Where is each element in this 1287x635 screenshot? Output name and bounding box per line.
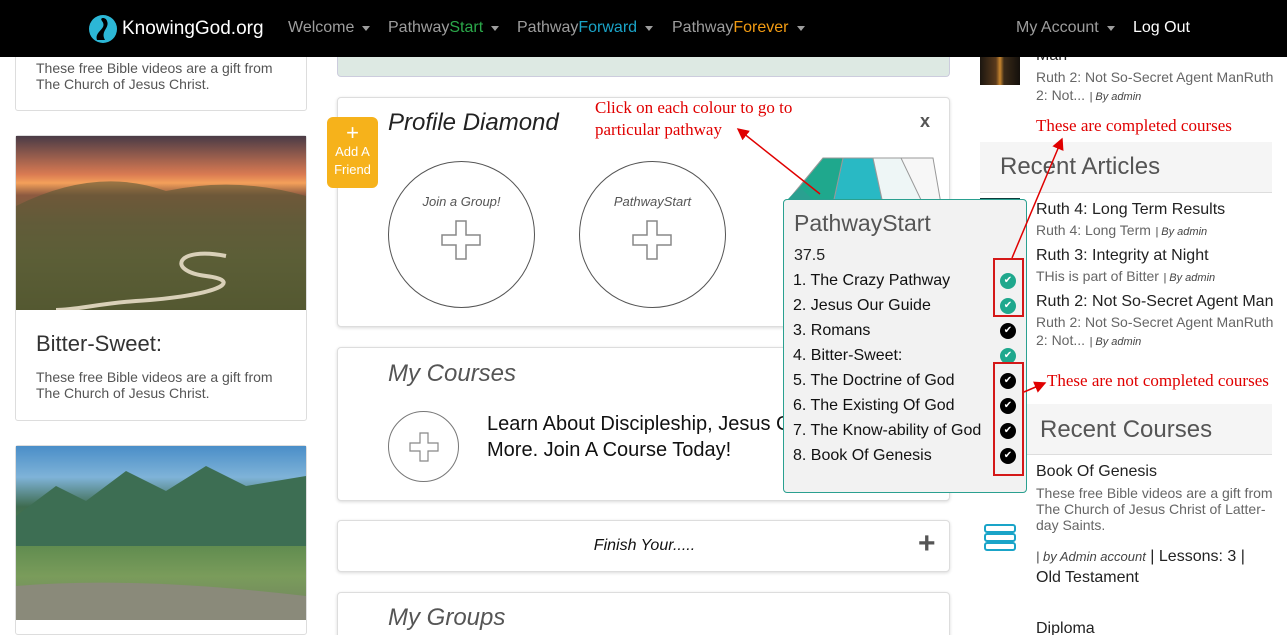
my-groups-panel: My Groups <box>337 592 950 635</box>
article-sub: THis is part of Bitter <box>1036 268 1159 284</box>
annotation-completed: These are completed courses <box>1036 116 1232 135</box>
mountains-graphic <box>16 466 306 620</box>
article-title[interactable]: Ruth 4: Long Term Results <box>1036 201 1276 218</box>
caret-down-icon <box>1106 25 1115 31</box>
plus-icon <box>409 432 439 462</box>
top-article-summary: Ruth 2: Not So-Secret Agent ManRuth 2: N… <box>1036 69 1276 105</box>
recent-courses-title: Recent Courses <box>1040 416 1213 443</box>
join-course-circle[interactable] <box>388 411 459 482</box>
plus-icon <box>632 220 672 260</box>
nav-my-account-label: My Account <box>1016 19 1099 36</box>
nav-logout[interactable]: Log Out <box>1133 19 1190 37</box>
article-by: | By admin <box>1163 272 1216 284</box>
article-by: | By admin <box>1089 336 1142 348</box>
not-completed-highlight-box <box>993 362 1024 476</box>
join-group-label: Join a Group! <box>422 194 501 209</box>
popup-course-item[interactable]: 7. The Know-ability of God <box>793 422 981 440</box>
nav-welcome-label: Welcome <box>288 19 355 36</box>
add-friend-plus-icon: + <box>346 120 359 145</box>
popup-course-item[interactable]: 3. Romans <box>793 322 870 340</box>
left-card-3 <box>15 445 307 635</box>
article-sub: Ruth 4: Long Term <box>1036 222 1151 238</box>
caret-down-icon <box>491 25 500 31</box>
nav-logout-label: Log Out <box>1133 19 1190 36</box>
pathway-start-label: PathwayStart <box>613 194 692 209</box>
join-group-circle[interactable]: Join a Group! <box>388 161 535 308</box>
course-title[interactable]: Book Of Genesis <box>1036 463 1276 480</box>
course-by: | by Admin account <box>1036 549 1146 564</box>
nav-forward-suffix: Forward <box>578 19 638 36</box>
my-courses-title: My Courses <box>388 360 517 387</box>
top-article-sub: Ruth 2: Not So-Secret Agent ManRuth 2: N… <box>1036 69 1274 103</box>
left-card-2: Bitter-Sweet: These free Bible videos ar… <box>15 135 307 421</box>
article-item-1: Ruth 4: Long Term Results Ruth 4: Long T… <box>1036 201 1276 240</box>
left-card-1-text: These free Bible videos are a gift from … <box>36 60 273 92</box>
popup-course-item[interactable]: 2. Jesus Our Guide <box>793 297 931 315</box>
article-sub: Ruth 2: Not So-Secret Agent ManRuth 2: N… <box>1036 314 1274 348</box>
nav-start-prefix: Pathway <box>388 19 450 36</box>
banner-image-bottom <box>337 57 950 77</box>
left-card-2-title[interactable]: Bitter-Sweet: <box>36 331 162 357</box>
caret-down-icon <box>362 25 371 31</box>
finish-your-label: Finish Your..... <box>593 537 696 554</box>
nav-forever-prefix: Pathway <box>672 19 734 36</box>
article-title[interactable]: Ruth 2: Not So-Secret Agent Man <box>1036 293 1276 310</box>
course-item: Book Of Genesis These free Bible videos … <box>1036 463 1276 586</box>
nav-forever-suffix: Forever <box>733 19 789 36</box>
add-friend-button[interactable]: + Add A Friend <box>327 117 378 188</box>
next-course-title[interactable]: Diploma <box>1036 620 1095 635</box>
article-by: | By admin <box>1155 226 1208 238</box>
annotation-click-colour: Click on each colour to go to particular… <box>595 98 793 139</box>
expand-plus-icon[interactable]: + <box>918 529 936 559</box>
pathway-start-popup: PathwayStart 37.5 1. The Crazy Pathway ✔ 2… <box>783 199 1027 493</box>
course-category[interactable]: Old Testament <box>1036 569 1276 586</box>
brand-name: KnowingGod.org <box>122 18 264 39</box>
brand-logo-icon <box>89 15 117 43</box>
left-card-2-text: These free Bible videos are a gift from … <box>36 369 273 401</box>
popup-score: 37.5 <box>794 247 826 264</box>
caret-down-icon <box>645 25 654 31</box>
brand-link[interactable]: KnowingGod.org <box>88 13 264 45</box>
popup-course-item[interactable]: 5. The Doctrine of God <box>793 372 955 390</box>
close-button[interactable]: x <box>920 111 930 132</box>
books-icon <box>984 524 1016 551</box>
check-incomplete-icon: ✔ <box>1000 323 1016 339</box>
course-meta: | by Admin account | Lessons: 3 | <box>1036 545 1276 569</box>
recent-courses-header: Recent Courses <box>1025 404 1272 455</box>
popup-course-item[interactable]: 6. The Existing Of God <box>793 397 955 415</box>
add-friend-label: Add A Friend <box>334 144 371 177</box>
popup-course-item[interactable]: 1. The Crazy Pathway <box>793 272 950 290</box>
finish-your-panel[interactable]: Finish Your..... + <box>337 520 950 572</box>
course-description: These free Bible videos are a gift from … <box>1036 485 1273 533</box>
nav-pathway-forward[interactable]: PathwayForward <box>517 19 654 37</box>
winding-road-graphic <box>16 181 306 310</box>
article-title[interactable]: Ruth 3: Integrity at Night <box>1036 247 1276 264</box>
popup-course-item[interactable]: 8. Book Of Genesis <box>793 447 932 465</box>
nav-start-suffix: Start <box>449 19 484 36</box>
popup-course-item[interactable]: 4. Bitter-Sweet: <box>793 347 902 365</box>
profile-diamond-title: Profile Diamond <box>388 109 559 136</box>
course-lessons: | Lessons: 3 | <box>1150 548 1245 565</box>
navbar: KnowingGod.org Welcome PathwayStart Path… <box>0 0 1287 57</box>
recent-articles-title: Recent Articles <box>1000 153 1161 180</box>
pathway-start-circle[interactable]: PathwayStart <box>579 161 726 308</box>
nav-forward-prefix: Pathway <box>517 19 579 36</box>
nav-welcome[interactable]: Welcome <box>288 19 371 37</box>
top-article-by: | By admin <box>1089 91 1142 103</box>
popup-pointer <box>788 187 812 199</box>
article-item-2: Ruth 3: Integrity at Night THis is part … <box>1036 247 1276 286</box>
plus-icon <box>441 220 481 260</box>
nav-my-account[interactable]: My Account <box>1016 19 1115 37</box>
valley-cyclists-image[interactable] <box>16 446 306 620</box>
article-item-3: Ruth 2: Not So-Secret Agent Man Ruth 2: … <box>1036 293 1276 350</box>
popup-title: PathwayStart <box>794 210 931 236</box>
nav-pathway-start[interactable]: PathwayStart <box>388 19 500 37</box>
mountain-sunset-image[interactable] <box>16 136 306 310</box>
nav-pathway-forever[interactable]: PathwayForever <box>672 19 805 37</box>
my-groups-title: My Groups <box>388 604 506 631</box>
recent-articles-header: Recent Articles <box>980 142 1272 193</box>
annotation-not-completed: These are not completed courses <box>1047 371 1269 390</box>
completed-highlight-box <box>993 258 1024 317</box>
caret-down-icon <box>796 25 805 31</box>
